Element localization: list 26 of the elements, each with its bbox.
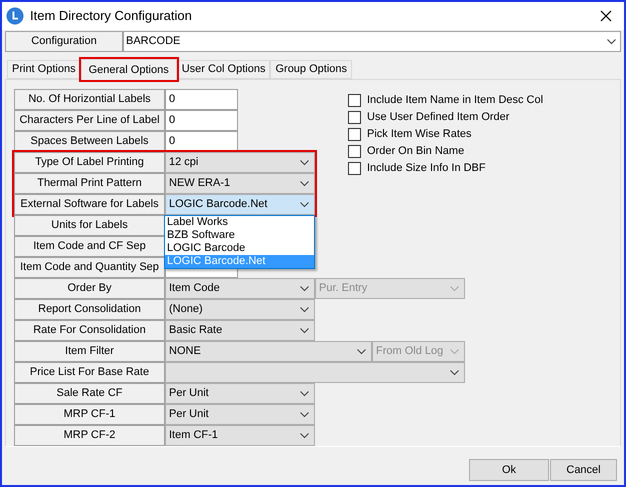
field-label: MRP CF-1	[14, 404, 165, 425]
field-label: Rate For Consolidation	[14, 320, 165, 341]
field-label: Item Code and Quantity Sep	[14, 257, 165, 278]
field-label: Type Of Label Printing	[14, 152, 165, 173]
dropdown-field: From Old Log	[372, 341, 465, 362]
field-label: Spaces Between Labels	[14, 131, 165, 152]
field-label: Characters Per Line of Label	[14, 110, 165, 131]
checkbox-label: Include Size Info In DBF	[367, 160, 486, 176]
field-label: Configuration	[5, 31, 123, 52]
checkbox-label: Use User Defined Item Order	[367, 110, 510, 125]
dropdown-field: Pur. Entry	[315, 278, 465, 299]
field-label: No. Of Horizontial Labels	[14, 89, 165, 110]
checkbox-label: Pick Item Wise Rates	[367, 126, 472, 142]
field-label: Price List For Base Rate	[14, 362, 165, 383]
window-title: Item Directory Configuration	[30, 7, 192, 26]
field-label: Item Filter	[14, 341, 165, 362]
field-label: Units for Labels	[14, 215, 165, 236]
checkbox-label: Include Item Name in Item Desc Col	[367, 92, 544, 108]
field-label: Item Code and CF Sep	[14, 236, 165, 257]
field-label: MRP CF-2	[14, 425, 165, 446]
field-label: External Software for Labels	[14, 194, 165, 215]
field-label: Report Consolidation	[14, 299, 165, 320]
checkbox-label: Order On Bin Name	[367, 144, 464, 159]
field-label: Thermal Print Pattern	[14, 173, 165, 194]
field-label: Sale Rate CF	[14, 383, 165, 404]
field-label: Order By	[14, 278, 165, 299]
